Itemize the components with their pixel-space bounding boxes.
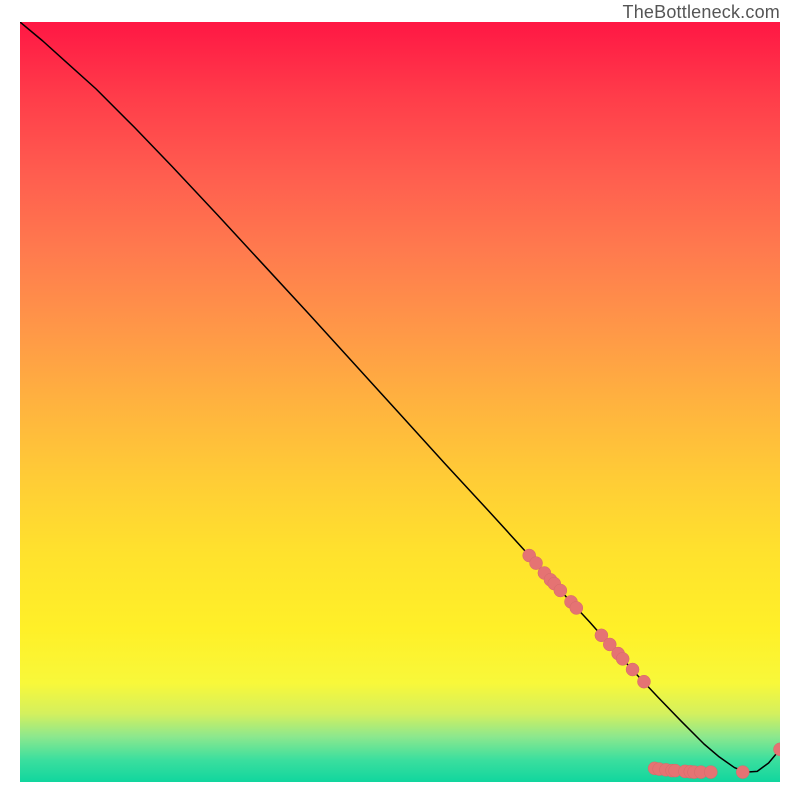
data-point bbox=[554, 584, 567, 597]
bottleneck-curve bbox=[20, 22, 780, 772]
chart-overlay bbox=[20, 22, 780, 782]
data-point bbox=[626, 663, 639, 676]
watermark-text: TheBottleneck.com bbox=[623, 2, 780, 23]
data-point bbox=[570, 601, 583, 614]
data-point bbox=[637, 675, 650, 688]
data-point bbox=[736, 766, 749, 779]
data-points bbox=[523, 549, 780, 779]
data-point bbox=[774, 743, 781, 756]
data-point bbox=[704, 766, 717, 779]
data-point bbox=[616, 652, 629, 665]
plot-area bbox=[20, 22, 780, 782]
